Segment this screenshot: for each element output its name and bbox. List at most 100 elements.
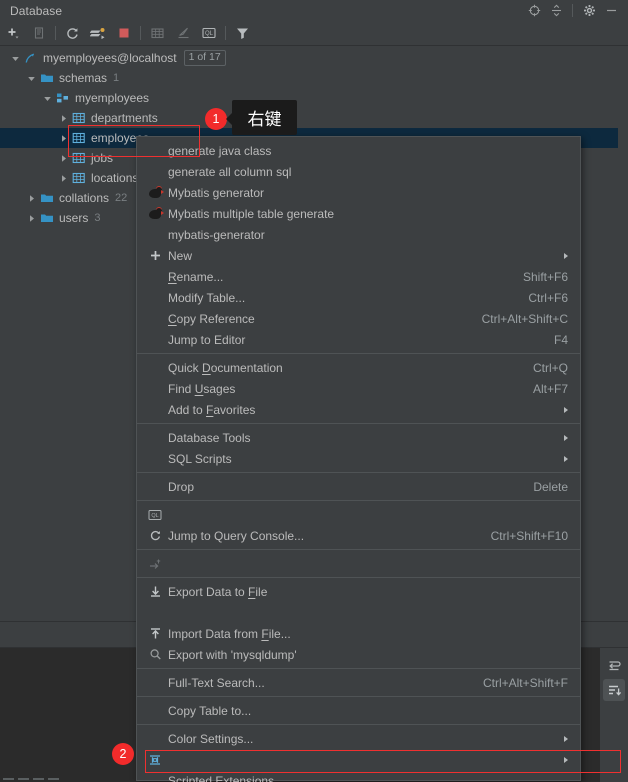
no-icon	[145, 311, 165, 327]
menu-item-drop[interactable]: Drop Delete	[137, 476, 580, 497]
menu-item-copy-table-to[interactable]: Full-Text Search... Ctrl+Alt+Shift+F	[137, 672, 580, 693]
collapse-all-icon[interactable]	[545, 1, 567, 21]
tree-node-datasource[interactable]: myemployees@localhost 1 of 17	[0, 48, 620, 68]
tab-indicators	[3, 778, 59, 780]
no-icon	[145, 227, 165, 243]
chevron-right-icon[interactable]	[56, 108, 70, 128]
chevron-down-icon[interactable]	[24, 68, 38, 88]
tree-node-label: myemployees	[75, 91, 150, 105]
add-icon[interactable]	[0, 22, 26, 45]
transpose-icon[interactable]	[603, 654, 625, 676]
menu-item-scripted-extensions[interactable]: Color Settings...	[137, 728, 580, 749]
tree-node-label: schemas	[59, 71, 108, 85]
menu-item-generate-all-column-sql[interactable]: generate all column sql	[137, 161, 580, 182]
datasource-icon	[22, 48, 39, 68]
chevron-right-icon[interactable]	[24, 188, 38, 208]
menu-item-diagrams[interactable]	[137, 749, 580, 770]
menu-item-add-to-favorites[interactable]: Add to Favorites	[137, 399, 580, 420]
no-icon	[145, 143, 165, 159]
menu-item-color-settings[interactable]: Copy Table to...	[137, 700, 580, 721]
menu-item-jump-to-query-console[interactable]: QL	[137, 504, 580, 525]
locate-icon[interactable]	[523, 1, 545, 21]
title-bar: Database	[0, 0, 628, 21]
menu-item-mybatis-generator[interactable]: Mybatis generator	[137, 182, 580, 203]
folder-icon	[38, 188, 55, 208]
tree-node-schema-myemployees[interactable]: myemployees	[0, 88, 620, 108]
menu-item-find-usages[interactable]: Find Usages Alt+F7	[137, 378, 580, 399]
folder-icon	[38, 68, 55, 88]
database-toolbar: QL	[0, 21, 628, 46]
no-icon	[145, 269, 165, 285]
title-bar-actions	[523, 1, 628, 21]
stop-icon[interactable]	[111, 22, 137, 45]
refresh-icon[interactable]	[59, 22, 85, 45]
menu-item-export-with-mysqldump[interactable]	[137, 602, 580, 623]
sort-icon[interactable]	[603, 679, 625, 701]
menu-item-modify-table[interactable]: Modify Table... Ctrl+F6	[137, 287, 580, 308]
no-icon	[145, 479, 165, 495]
sync-scripts-icon[interactable]	[85, 22, 111, 45]
chevron-right-icon[interactable]	[56, 168, 70, 188]
menu-separator	[137, 696, 580, 697]
schema-icon	[54, 88, 71, 108]
chevron-right-icon[interactable]	[24, 208, 38, 228]
tree-node-table-departments[interactable]: departments	[0, 108, 620, 128]
menu-item-generate-java-class[interactable]: generate java class	[137, 140, 580, 161]
menu-item-label: Full-Text Search...	[168, 675, 265, 690]
menu-item-label: Modify Table...	[168, 290, 246, 305]
tree-node-schemas[interactable]: schemas 1	[0, 68, 620, 88]
menu-item-export-data-to-file[interactable]: Export Data to File	[137, 581, 580, 602]
table-icon	[70, 148, 87, 168]
query-console-icon: QL	[145, 507, 165, 523]
chevron-down-icon[interactable]	[40, 88, 54, 108]
no-icon	[145, 451, 165, 467]
menu-item-quick-documentation[interactable]: Quick Documentation Ctrl+Q	[137, 357, 580, 378]
filter-icon[interactable]	[229, 22, 255, 45]
annotation-tooltip: 右键	[226, 100, 297, 135]
menu-item-rename[interactable]: Rename... Shift+F6	[137, 266, 580, 287]
menu-item-label: Mybatis multiple table generate	[168, 206, 335, 221]
menu-item-full-text-search[interactable]: Export with 'mysqldump'	[137, 644, 580, 665]
menu-item-import-data-from-file[interactable]: Import Data from File...	[137, 623, 580, 644]
menu-item-label: Mybatis generator	[168, 185, 265, 200]
import-icon	[145, 626, 165, 642]
no-icon	[145, 360, 165, 376]
menu-item-jump-to-editor[interactable]: Jump to Editor F4	[137, 329, 580, 350]
menu-item-mybatis-multiple-table-generate[interactable]: Mybatis multiple table generate	[137, 203, 580, 224]
menu-item-copy-reference[interactable]: Copy Reference Ctrl+Alt+Shift+C	[137, 308, 580, 329]
menu-separator	[137, 472, 580, 473]
menu-item-refresh[interactable]: Jump to Query Console... Ctrl+Shift+F10	[137, 525, 580, 546]
query-console-icon[interactable]: QL	[196, 22, 222, 45]
tree-node-label: departments	[91, 111, 158, 125]
menu-separator	[137, 500, 580, 501]
annotation-badge-1: 1	[205, 108, 227, 130]
menu-item-new[interactable]: New	[137, 245, 580, 266]
chevron-down-icon[interactable]	[8, 48, 22, 68]
context-menu[interactable]: generate java class generate all column …	[136, 136, 581, 782]
menu-item-label: Export Data to File	[168, 584, 268, 599]
minimize-icon[interactable]	[600, 1, 622, 21]
menu-item-label: New	[168, 248, 193, 263]
no-icon	[145, 402, 165, 418]
menu-item-label: Quick Documentation	[168, 360, 283, 375]
menu-item-shortcut: Delete	[533, 479, 568, 494]
annotation-badge-2: 2	[112, 743, 134, 765]
menu-item-database-tools[interactable]: Database Tools	[137, 427, 580, 448]
settings-gear-icon[interactable]	[578, 1, 600, 21]
menu-item-generate-setdefault[interactable]: Scripted Extensions	[137, 770, 580, 782]
submenu-arrow-icon	[564, 434, 568, 441]
menu-item-compare	[137, 553, 580, 574]
toolbar-divider-2	[140, 26, 141, 40]
menu-item-mybatis-generator-plugin[interactable]: mybatis-generator	[137, 224, 580, 245]
mybatis-bird-icon	[145, 206, 165, 222]
chevron-right-icon[interactable]	[56, 148, 70, 168]
no-icon	[145, 332, 165, 348]
search-icon	[145, 647, 165, 663]
menu-item-shortcut: Alt+F7	[532, 381, 568, 396]
menu-item-label: Jump to Query Console...	[168, 528, 305, 543]
menu-item-sql-scripts[interactable]: SQL Scripts	[137, 448, 580, 469]
menu-item-label: Database Tools	[168, 430, 251, 445]
menu-item-shortcut: Shift+F6	[522, 269, 568, 284]
title-bar-divider	[572, 4, 573, 17]
chevron-right-icon[interactable]	[56, 128, 70, 148]
